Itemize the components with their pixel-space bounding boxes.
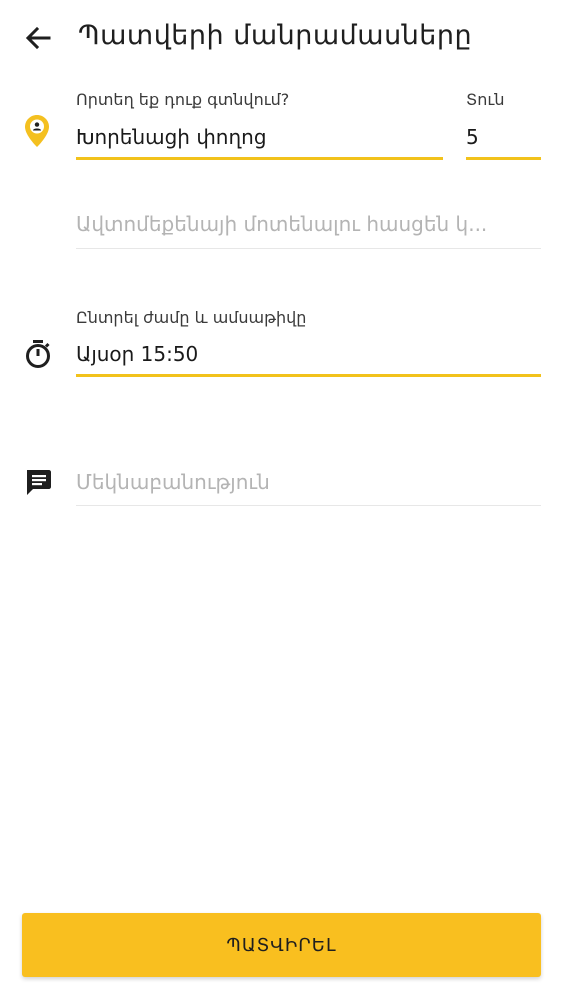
time-input[interactable]: Այսօր 15:50 <box>76 342 541 366</box>
time-label: Ընտրել ժամը և ամսաթիվը <box>76 308 307 327</box>
arrow-left-icon <box>25 26 51 50</box>
location-input[interactable]: Խորենացի փողոց <box>76 125 442 149</box>
time-underline <box>76 374 541 377</box>
confirm-button[interactable]: ՊԱՏՎԻՐԵԼ <box>22 913 541 977</box>
car-address-input[interactable]: Ավտոմեքենայի մոտենալու հասցեն կ... <box>76 212 541 236</box>
location-underline <box>76 157 443 160</box>
timer-icon <box>24 339 52 369</box>
car-address-underline <box>76 248 541 249</box>
house-label: Տուն <box>466 90 505 109</box>
header: Պատվերի մանրամասները <box>0 0 563 80</box>
back-button[interactable] <box>22 22 54 54</box>
comment-icon <box>24 468 52 496</box>
page-title: Պատվերի մանրամասները <box>78 20 473 51</box>
confirm-button-label: ՊԱՏՎԻՐԵԼ <box>226 934 337 956</box>
house-underline <box>466 157 541 160</box>
comment-underline <box>76 505 541 506</box>
house-input[interactable]: 5 <box>466 125 540 149</box>
comment-input[interactable]: Մեկնաբանություն <box>76 470 541 494</box>
location-pin-icon <box>24 114 50 148</box>
location-label: Որտեղ եք դուք գտնվում? <box>76 90 290 109</box>
